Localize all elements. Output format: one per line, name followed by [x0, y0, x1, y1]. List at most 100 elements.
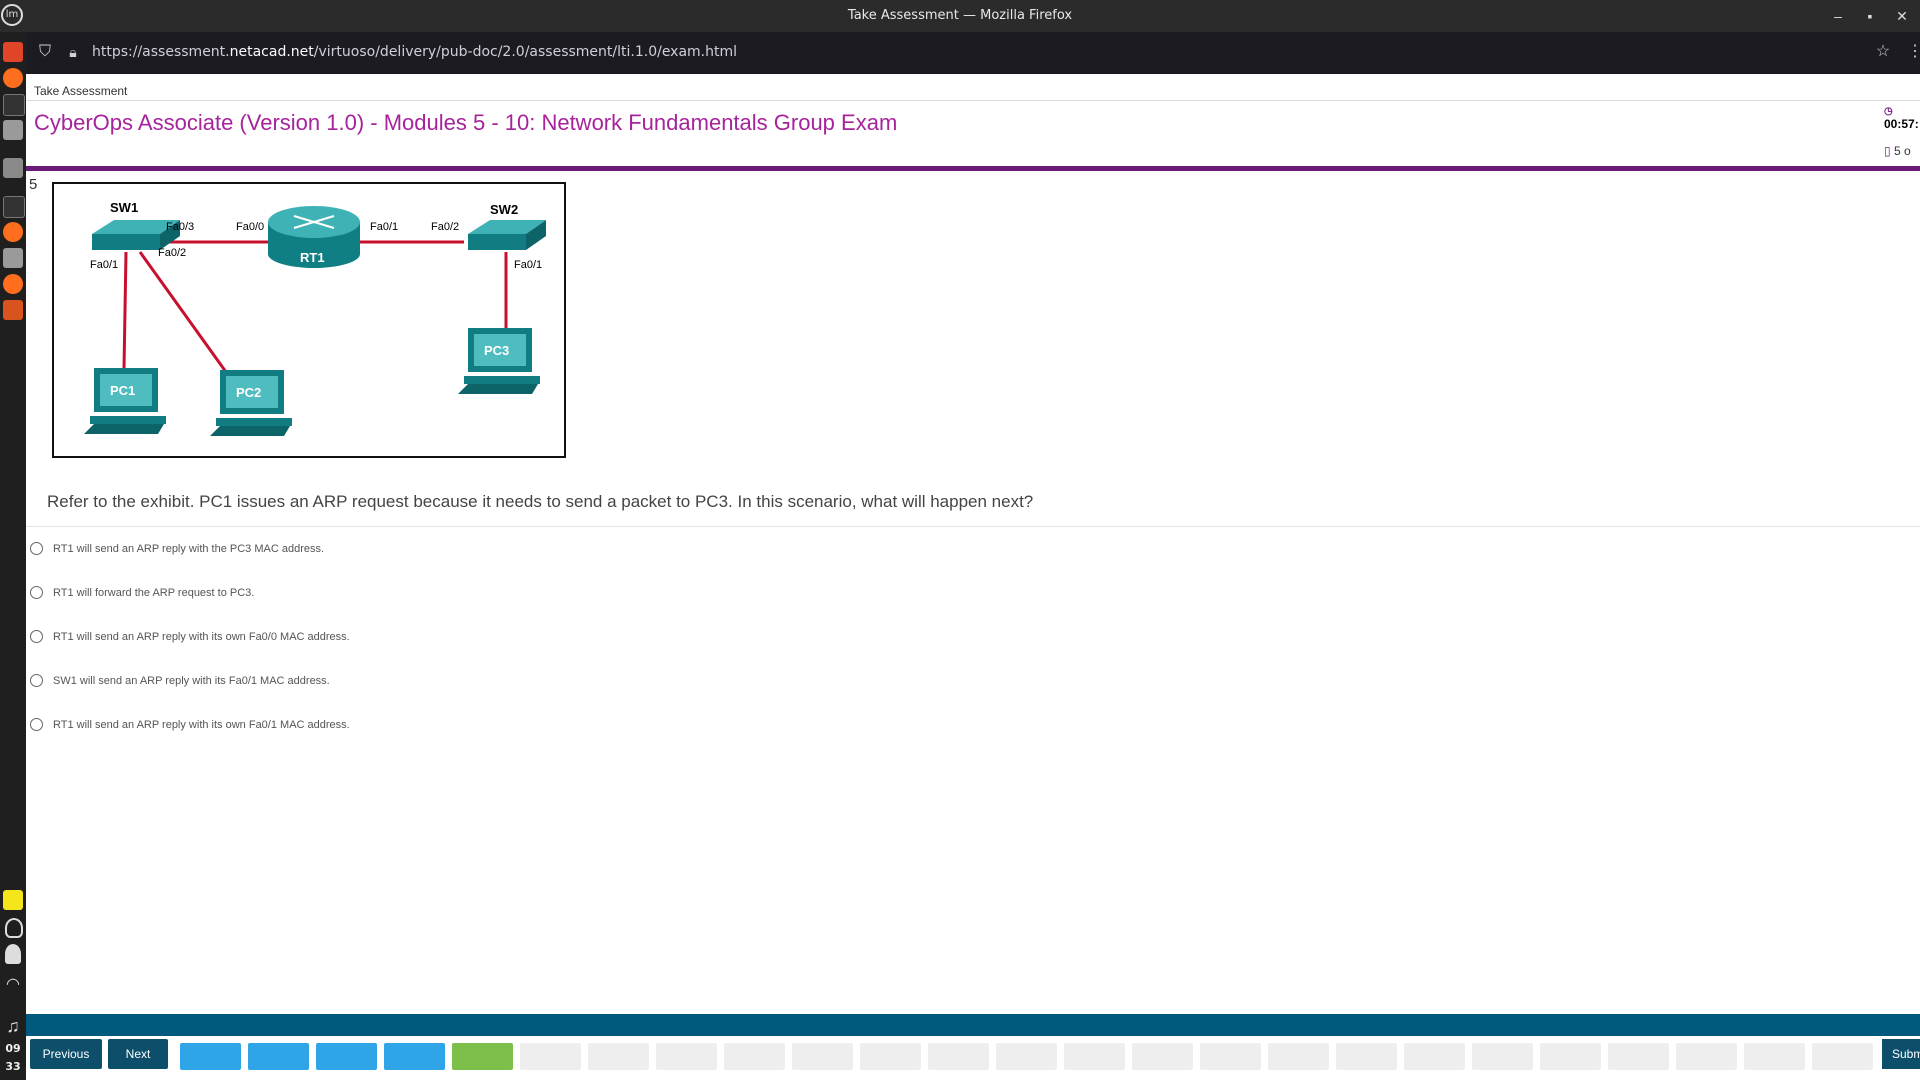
- pc1-icon: [84, 368, 166, 434]
- question-box-15[interactable]: [1132, 1043, 1193, 1070]
- label-pc3: PC3: [484, 343, 509, 358]
- question-box-5[interactable]: [452, 1043, 513, 1070]
- question-box-2[interactable]: [248, 1043, 309, 1070]
- label-rt1-fa00: Fa0/0: [236, 221, 264, 233]
- breadcrumb: Take Assessment: [34, 84, 128, 98]
- timer-value: 00:57:: [1884, 117, 1919, 131]
- question-box-7[interactable]: [588, 1043, 649, 1070]
- question-box-24[interactable]: [1744, 1043, 1805, 1070]
- radio-button[interactable]: [30, 542, 43, 555]
- page-icon: ▯: [1884, 144, 1891, 158]
- option-label[interactable]: RT1 will send an ARP reply with the PC3 …: [53, 543, 324, 555]
- folder-icon-2[interactable]: [3, 248, 23, 268]
- question-box-13[interactable]: [996, 1043, 1057, 1070]
- question-box-23[interactable]: [1676, 1043, 1737, 1070]
- question-box-21[interactable]: [1540, 1043, 1601, 1070]
- question-box-10[interactable]: [792, 1043, 853, 1070]
- browser-toolbar: ⛉ 🔒︎ https://assessment.netacad.net/virt…: [26, 32, 1920, 74]
- page-counter: ▯ 5 o: [1884, 144, 1911, 158]
- label-rt1: RT1: [300, 250, 325, 265]
- question-box-9[interactable]: [724, 1043, 785, 1070]
- terminal-icon-2[interactable]: [3, 196, 25, 218]
- wifi-icon[interactable]: ◠: [3, 974, 23, 994]
- radio-button[interactable]: [30, 674, 43, 687]
- page-count-value: 5 o: [1893, 144, 1911, 158]
- question-number: 5: [29, 176, 38, 193]
- link-sw1-pc2: [138, 251, 228, 373]
- radio-button[interactable]: [30, 718, 43, 731]
- next-button[interactable]: Next: [108, 1039, 168, 1069]
- option-label[interactable]: SW1 will send an ARP reply with its Fa0/…: [53, 675, 330, 687]
- option-label[interactable]: RT1 will send an ARP reply with its own …: [53, 719, 350, 731]
- label-pc2: PC2: [236, 385, 261, 400]
- shield-icon[interactable]: ⛉: [36, 43, 54, 61]
- question-box-20[interactable]: [1472, 1043, 1533, 1070]
- link-sw1-pc1: [122, 251, 128, 370]
- label-sw2-fa02: Fa0/2: [431, 221, 459, 233]
- clock-minute: 33: [5, 1060, 21, 1073]
- label-sw2-fa01: Fa0/1: [514, 259, 542, 271]
- question-box-17[interactable]: [1268, 1043, 1329, 1070]
- window-title: Take Assessment — Mozilla Firefox: [847, 8, 1073, 23]
- option-label[interactable]: RT1 will forward the ARP request to PC3.: [53, 587, 254, 599]
- exhibit-diagram: SW1 Fa0/3 Fa0/2 Fa0/1 Fa0/0 RT1 Fa0/1 SW…: [52, 182, 566, 458]
- question-box-18[interactable]: [1336, 1043, 1397, 1070]
- label-sw1: SW1: [110, 200, 138, 215]
- divider: [26, 526, 1920, 527]
- previous-button[interactable]: Previous: [30, 1039, 102, 1069]
- radio-button[interactable]: [30, 586, 43, 599]
- question-box-14[interactable]: [1064, 1043, 1125, 1070]
- question-box-1[interactable]: [180, 1043, 241, 1070]
- question-box-12[interactable]: [928, 1043, 989, 1070]
- folder-icon[interactable]: [3, 120, 23, 140]
- maximize-icon[interactable]: ▪: [1860, 6, 1880, 26]
- question-box-3[interactable]: [316, 1043, 377, 1070]
- firefox-icon[interactable]: [3, 68, 23, 88]
- question-box-8[interactable]: [656, 1043, 717, 1070]
- music-icon[interactable]: ♫: [3, 1016, 23, 1036]
- radio-button[interactable]: [30, 630, 43, 643]
- pc3-icon: [458, 328, 540, 394]
- minimize-icon[interactable]: –: [1828, 6, 1848, 26]
- label-pc1: PC1: [110, 383, 135, 398]
- files-icon[interactable]: [3, 158, 23, 178]
- pc2-icon: [210, 370, 292, 436]
- question-box-16[interactable]: [1200, 1043, 1261, 1070]
- question-navigation-bar: Previous Next Submit: [26, 1014, 1920, 1080]
- lock-icon[interactable]: 🔒︎: [64, 43, 82, 61]
- question-box-11[interactable]: [860, 1043, 921, 1070]
- timer: ◷ 00:57:: [1884, 106, 1919, 131]
- nav-bar-strip: [26, 1014, 1920, 1036]
- header-rule: [26, 166, 1920, 171]
- divider: [26, 100, 1920, 101]
- clock-hour: 09: [5, 1042, 21, 1055]
- option-label[interactable]: RT1 will send an ARP reply with its own …: [53, 631, 350, 643]
- window-titlebar: Take Assessment — Mozilla Firefox – ▪ ✕: [0, 0, 1920, 32]
- close-icon[interactable]: ✕: [1892, 6, 1912, 26]
- menu-icon[interactable]: ⋮: [1906, 43, 1920, 61]
- firefox-icon-3[interactable]: [3, 274, 23, 294]
- switch-sw2-icon: [468, 220, 546, 250]
- lightbulb-icon[interactable]: [5, 918, 23, 938]
- mint-logo-icon[interactable]: lm: [1, 4, 23, 26]
- taskbar-dock: lm ◠ ♫ 09 33: [0, 4, 26, 1080]
- firefox-icon-2[interactable]: [3, 222, 23, 242]
- clock-icon: ◷: [1884, 106, 1893, 117]
- label-sw1-fa01: Fa0/1: [90, 259, 118, 271]
- question-box-25[interactable]: [1812, 1043, 1873, 1070]
- network-topology: SW1 Fa0/3 Fa0/2 Fa0/1 Fa0/0 RT1 Fa0/1 SW…: [84, 200, 546, 436]
- question-box-4[interactable]: [384, 1043, 445, 1070]
- bookmark-star-icon[interactable]: ☆: [1874, 43, 1892, 61]
- page-title: CyberOps Associate (Version 1.0) - Modul…: [34, 110, 898, 135]
- chrome-icon[interactable]: [3, 42, 23, 62]
- submit-button[interactable]: Submit: [1882, 1039, 1920, 1069]
- question-box-6[interactable]: [520, 1043, 581, 1070]
- notes-icon[interactable]: [3, 890, 23, 910]
- terminal-icon[interactable]: [3, 94, 25, 116]
- label-sw1-fa02: Fa0/2: [158, 247, 186, 259]
- user-icon[interactable]: [5, 944, 21, 964]
- question-box-22[interactable]: [1608, 1043, 1669, 1070]
- calculator-icon[interactable]: [3, 300, 23, 320]
- question-box-19[interactable]: [1404, 1043, 1465, 1070]
- url-bar[interactable]: https://assessment.netacad.net/virtuoso/…: [92, 44, 737, 60]
